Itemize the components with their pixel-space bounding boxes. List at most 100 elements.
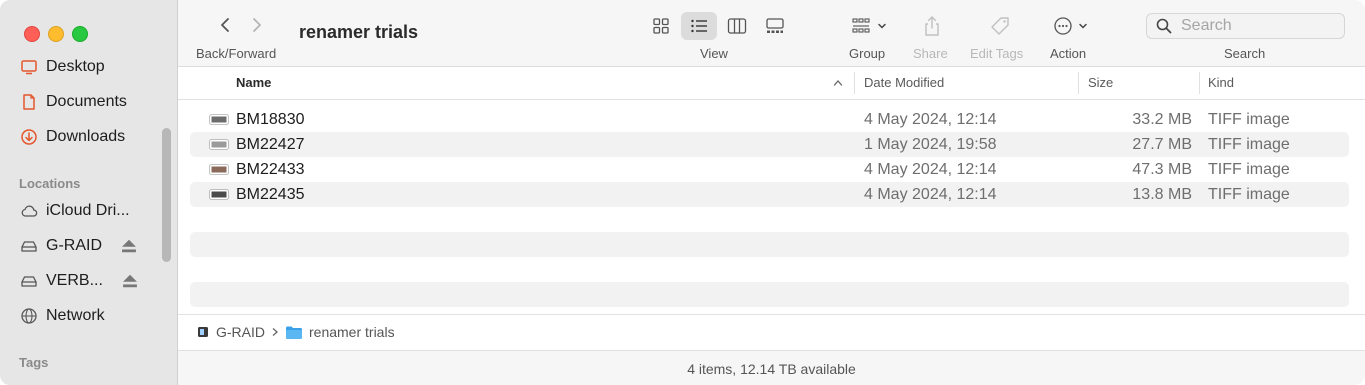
sidebar-item-desktop[interactable]: Desktop: [20, 55, 105, 79]
list-icon: [691, 19, 707, 33]
column-kind[interactable]: Kind: [1208, 75, 1234, 90]
sidebar-item-label: Documents: [46, 93, 127, 110]
document-icon: [23, 94, 35, 110]
path-segment-folder[interactable]: renamer trials: [309, 324, 395, 340]
column-name[interactable]: Name: [236, 75, 271, 90]
tiff-thumbnail-icon: [210, 115, 228, 124]
drive-icon: [21, 276, 37, 287]
column-view-button[interactable]: [719, 12, 755, 40]
share-icon: [925, 16, 939, 36]
chevron-right-icon: [253, 18, 261, 32]
sort-ascending-icon[interactable]: [833, 79, 843, 87]
close-button[interactable]: [24, 26, 40, 42]
toolbar: Back/Forward renamer trials View Group S…: [178, 0, 1365, 67]
file-date: 1 May 2024, 19:58: [864, 135, 997, 153]
sidebar-item-g-raid[interactable]: G-RAID: [20, 234, 138, 258]
sidebar-item-network[interactable]: Network: [20, 304, 105, 328]
window-controls: [24, 26, 88, 42]
column-divider[interactable]: [1199, 72, 1200, 94]
columns-icon: [727, 18, 747, 34]
chevron-down-icon: [878, 23, 886, 29]
column-header: Name Date Modified Size Kind: [178, 67, 1365, 100]
file-date: 4 May 2024, 12:14: [864, 110, 997, 128]
file-row[interactable]: BM18830 4 May 2024, 12:14 33.2 MB TIFF i…: [190, 107, 1349, 132]
file-size: 27.7 MB: [1132, 135, 1192, 153]
path-segment-drive[interactable]: G-RAID: [216, 324, 265, 340]
search-icon: [1156, 18, 1172, 34]
action-label: Action: [1050, 46, 1087, 61]
action-button[interactable]: [1052, 14, 1088, 38]
group-label: Group: [849, 46, 886, 61]
group-button[interactable]: [851, 14, 887, 38]
sidebar-item-icloud[interactable]: iCloud Dri...: [20, 199, 130, 223]
tiff-thumbnail-icon: [210, 140, 228, 149]
file-row[interactable]: BM22427 1 May 2024, 19:58 27.7 MB TIFF i…: [190, 132, 1349, 157]
column-date-modified[interactable]: Date Modified: [864, 75, 944, 90]
file-name: BM18830: [236, 110, 305, 128]
icon-view-button[interactable]: [643, 12, 679, 40]
empty-row: [190, 207, 1349, 232]
zoom-button[interactable]: [72, 26, 88, 42]
status-text: 4 items, 12.14 TB available: [687, 360, 856, 377]
eject-icon[interactable]: [121, 272, 139, 290]
sidebar: Desktop Documents Downloads Locations iC…: [0, 0, 178, 385]
search-field[interactable]: [1146, 13, 1345, 39]
file-date: 4 May 2024, 12:14: [864, 160, 997, 178]
file-kind: TIFF image: [1208, 135, 1290, 153]
column-divider[interactable]: [1078, 72, 1079, 94]
empty-row: [190, 282, 1349, 307]
sidebar-scrollbar[interactable]: [162, 128, 171, 262]
search-input[interactable]: [1179, 16, 1333, 36]
column-divider[interactable]: [854, 72, 855, 94]
empty-row: [190, 257, 1349, 282]
back-button[interactable]: [218, 16, 232, 39]
view-switcher: [643, 12, 793, 40]
file-date: 4 May 2024, 12:14: [864, 185, 997, 203]
sidebar-item-verb[interactable]: VERB...: [20, 269, 139, 293]
tiff-thumbnail-icon: [210, 165, 228, 174]
file-row[interactable]: BM22435 4 May 2024, 12:14 13.8 MB TIFF i…: [190, 182, 1349, 207]
sidebar-item-label: VERB...: [46, 272, 103, 289]
sidebar-item-label: Network: [46, 307, 105, 324]
file-size: 47.3 MB: [1132, 160, 1192, 178]
edit-tags-button[interactable]: [989, 14, 1011, 38]
minimize-button[interactable]: [48, 26, 64, 42]
forward-button[interactable]: [250, 16, 264, 39]
file-size: 33.2 MB: [1132, 110, 1192, 128]
share-button[interactable]: [921, 14, 943, 38]
sidebar-item-label: iCloud Dri...: [46, 202, 130, 219]
edit-tags-label: Edit Tags: [970, 46, 1024, 61]
tiff-thumbnail-icon: [210, 190, 228, 199]
chevron-down-icon: [1079, 23, 1087, 29]
desktop-icon: [21, 60, 37, 75]
column-size[interactable]: Size: [1088, 75, 1113, 90]
view-label: View: [700, 46, 728, 61]
locations-header: Locations: [19, 176, 81, 191]
sidebar-item-downloads[interactable]: Downloads: [20, 125, 125, 149]
file-list: BM18830 4 May 2024, 12:14 33.2 MB TIFF i…: [190, 107, 1349, 307]
file-name: BM22427: [236, 135, 305, 153]
more-icon: [1054, 17, 1072, 35]
file-row[interactable]: BM22433 4 May 2024, 12:14 47.3 MB TIFF i…: [190, 157, 1349, 182]
sidebar-item-label: G-RAID: [46, 237, 102, 254]
status-bar: 4 items, 12.14 TB available: [178, 350, 1365, 385]
finder-window: Desktop Documents Downloads Locations iC…: [0, 0, 1365, 385]
group-icon: [852, 18, 870, 33]
list-view-button[interactable]: [681, 12, 717, 40]
search-label: Search: [1224, 46, 1266, 61]
sidebar-item-documents[interactable]: Documents: [20, 90, 127, 114]
tags-header: Tags: [19, 355, 49, 370]
sidebar-item-label: Downloads: [46, 128, 126, 145]
file-kind: TIFF image: [1208, 110, 1290, 128]
sidebar-item-label: Desktop: [46, 58, 105, 75]
cloud-icon: [21, 205, 38, 217]
folder-icon: [286, 326, 302, 339]
file-name: BM22433: [236, 160, 305, 178]
gallery-view-button[interactable]: [757, 12, 793, 40]
eject-icon[interactable]: [120, 237, 138, 255]
file-kind: TIFF image: [1208, 160, 1290, 178]
file-size: 13.8 MB: [1132, 185, 1192, 203]
path-bar: G-RAID renamer trials: [178, 314, 1365, 349]
empty-row: [190, 232, 1349, 257]
file-kind: TIFF image: [1208, 185, 1290, 203]
